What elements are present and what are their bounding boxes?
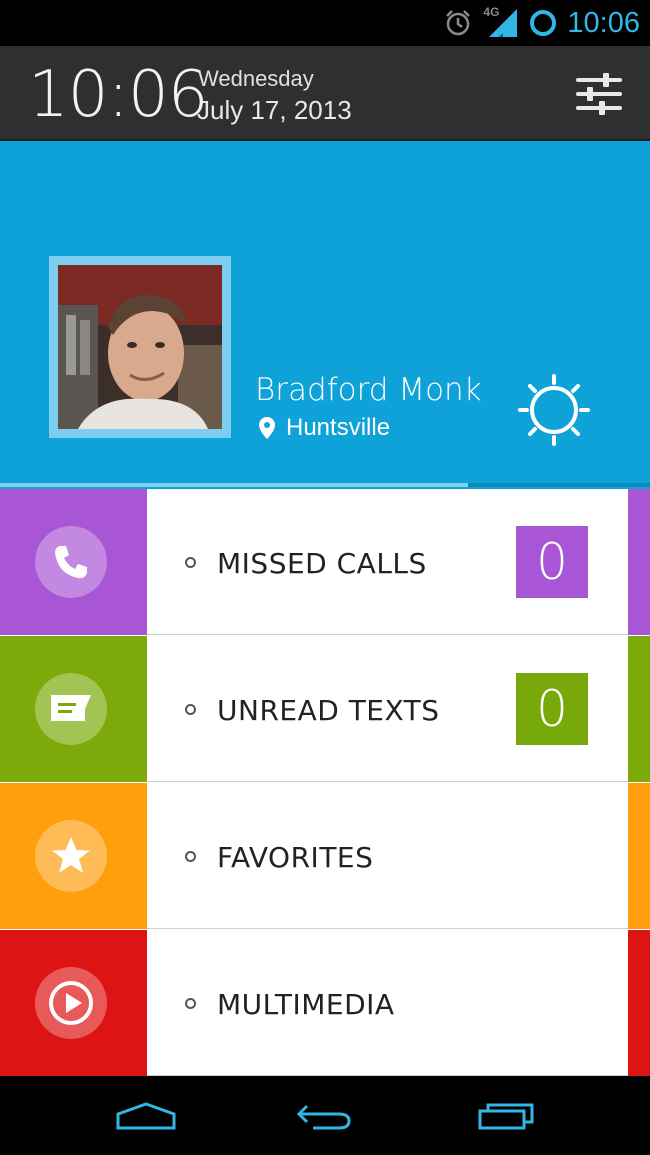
menu-item-tile — [0, 489, 147, 635]
battery-icon — [530, 10, 557, 36]
menu-item-unread-texts[interactable]: UNREAD TEXTS 0 — [0, 636, 650, 782]
message-icon — [51, 695, 91, 721]
play-icon — [49, 981, 93, 1025]
menu-item-label: UNREAD TEXTS — [217, 694, 440, 727]
menu-item-multimedia[interactable]: MULTIMEDIA — [0, 930, 650, 1076]
location-label: Huntsville — [286, 414, 391, 441]
status-bar: 4G 10:06 — [0, 0, 650, 46]
navigation-bar — [0, 1076, 650, 1155]
location-pin-icon — [259, 417, 275, 439]
menu-item-label: MULTIMEDIA — [217, 988, 395, 1021]
bullet — [185, 704, 196, 715]
bullet — [185, 998, 196, 1009]
menu-item-strip — [628, 930, 650, 1076]
menu-item-tile — [0, 636, 147, 782]
bullet — [185, 851, 196, 862]
header-day: Wednesday — [198, 66, 314, 91]
menu-item-tile — [0, 930, 147, 1076]
recents-button[interactable] — [474, 1100, 538, 1132]
star-icon — [52, 837, 90, 873]
menu-item-label: MISSED CALLS — [217, 547, 427, 580]
avatar — [58, 265, 222, 429]
signal-icon: 4G — [483, 5, 519, 39]
home-button[interactable] — [114, 1100, 178, 1132]
menu-item-strip — [628, 489, 650, 635]
header-date: July 17, 2013 — [197, 95, 352, 125]
header-time: 10:06 — [28, 58, 208, 132]
unread-texts-count: 0 — [516, 673, 588, 745]
phone-icon — [55, 546, 87, 579]
sun-icon[interactable] — [518, 374, 590, 446]
profile-location: Huntsville — [258, 414, 390, 442]
menu-item-strip — [628, 636, 650, 782]
menu-item-favorites[interactable]: FAVORITES — [0, 783, 650, 929]
profile-name: Bradford Monk — [255, 372, 482, 408]
clock-header: 10:06 Wednesday July 17, 2013 — [0, 46, 650, 141]
missed-calls-count: 0 — [516, 526, 588, 598]
avatar-frame[interactable] — [49, 256, 231, 438]
profile-progress-track — [0, 483, 650, 487]
menu-item-missed-calls[interactable]: MISSED CALLS 0 — [0, 489, 650, 635]
menu-item-label: FAVORITES — [217, 841, 374, 874]
menu-item-strip — [628, 783, 650, 929]
sliders-icon[interactable] — [575, 70, 623, 118]
menu-item-tile — [0, 783, 147, 929]
bullet — [185, 557, 196, 568]
status-time: 10:06 — [567, 7, 640, 39]
back-button[interactable] — [293, 1100, 357, 1132]
profile-progress-fill — [0, 483, 468, 487]
profile-panel: Bradford Monk Huntsville — [0, 141, 650, 489]
menu-list: MISSED CALLS 0 UNREAD TEXTS 0 FAVORITES … — [0, 489, 650, 1076]
alarm-icon — [446, 10, 471, 36]
